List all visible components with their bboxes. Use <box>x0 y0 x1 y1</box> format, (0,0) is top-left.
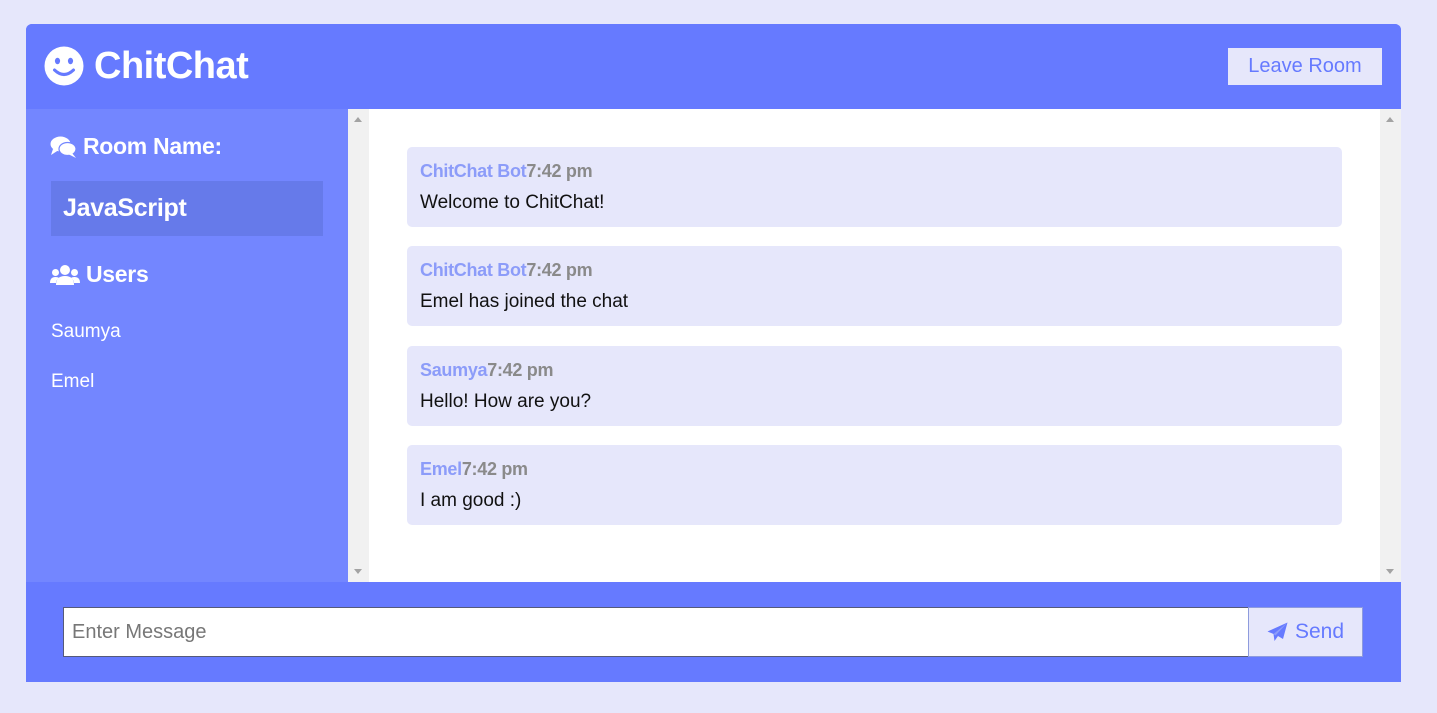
message-text: Emel has joined the chat <box>420 291 629 312</box>
message-text: Welcome to ChitChat! <box>420 192 605 213</box>
sidebar: Room Name: JavaScript Users Saumya Emel <box>26 109 348 582</box>
message-text: I am good :) <box>420 490 522 511</box>
message-meta: ChitChat Bot7:42 pm <box>420 161 593 182</box>
chat-message: Saumya7:42 pm Hello! How are you? <box>407 346 1342 426</box>
message-meta: Emel7:42 pm <box>420 459 528 480</box>
chat-container: ChitChat Leave Room Room Name: JavaScrip… <box>26 24 1401 682</box>
message-text: Hello! How are you? <box>420 391 592 412</box>
scroll-up-arrow-icon[interactable] <box>354 117 362 122</box>
comments-icon <box>50 136 77 158</box>
room-name-label: Room Name: <box>83 133 222 159</box>
message-time: 7:42 pm <box>526 161 593 181</box>
send-label: Send <box>1294 620 1345 643</box>
scroll-down-arrow-icon[interactable] <box>1386 569 1394 574</box>
chat-scrollbar[interactable] <box>1380 109 1401 582</box>
message-username: ChitChat Bot <box>420 161 527 181</box>
chat-form: Send <box>26 582 1401 682</box>
smile-icon <box>44 46 84 86</box>
leave-room-button[interactable]: Leave Room <box>1228 48 1382 85</box>
message-username: Saumya <box>420 360 488 380</box>
chat-message: ChitChat Bot7:42 pm Welcome to ChitChat! <box>407 147 1342 227</box>
user-list-item: Saumya <box>51 321 121 342</box>
message-input[interactable] <box>63 607 1249 657</box>
chat-message: Emel7:42 pm I am good :) <box>407 445 1342 525</box>
chat-message: ChitChat Bot7:42 pm Emel has joined the … <box>407 246 1342 326</box>
scroll-down-arrow-icon[interactable] <box>354 569 362 574</box>
message-time: 7:42 pm <box>461 459 528 479</box>
users-icon <box>50 264 80 285</box>
scroll-up-arrow-icon[interactable] <box>1386 117 1394 122</box>
message-meta: ChitChat Bot7:42 pm <box>420 260 593 281</box>
room-name-value: JavaScript <box>51 181 323 236</box>
message-time: 7:42 pm <box>526 260 593 280</box>
send-button[interactable]: Send <box>1248 607 1363 657</box>
message-username: Emel <box>420 459 462 479</box>
users-heading: Users <box>50 261 149 288</box>
chat-messages[interactable]: ChitChat Bot7:42 pm Welcome to ChitChat!… <box>348 109 1401 582</box>
users-label: Users <box>86 261 149 287</box>
message-meta: Saumya7:42 pm <box>420 360 553 381</box>
sidebar-scrollbar[interactable] <box>348 109 369 582</box>
app-title: ChitChat <box>94 44 249 87</box>
user-list-item: Emel <box>51 371 95 392</box>
message-username: ChitChat Bot <box>420 260 527 280</box>
message-time: 7:42 pm <box>487 360 554 380</box>
paper-plane-icon <box>1267 622 1288 641</box>
room-name-heading: Room Name: <box>50 133 222 160</box>
app-logo: ChitChat <box>44 42 249 90</box>
chat-header: ChitChat Leave Room <box>26 24 1401 109</box>
